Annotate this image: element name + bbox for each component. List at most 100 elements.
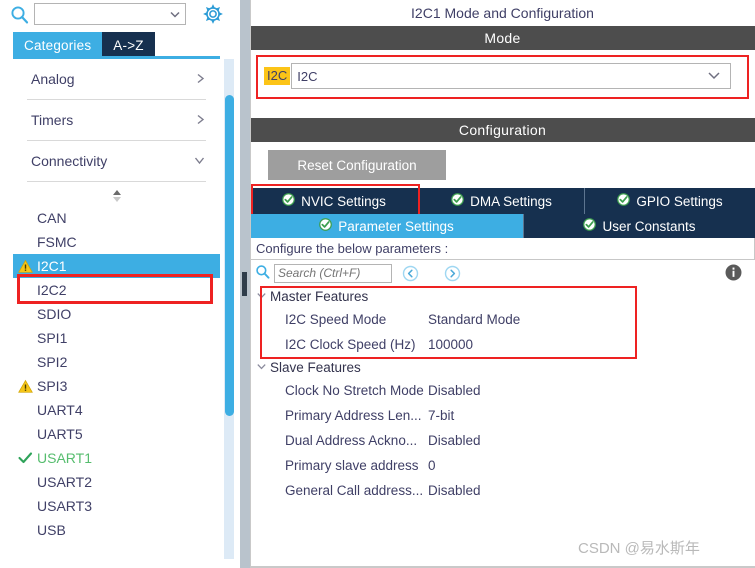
panel-splitter[interactable]: [240, 0, 250, 568]
status-icon: [18, 403, 33, 418]
peripheral-item-sdio[interactable]: SDIO: [13, 302, 220, 326]
divider: [27, 181, 206, 182]
tab-dma-settings[interactable]: DMA Settings: [419, 188, 585, 214]
param-value[interactable]: Disabled: [428, 433, 755, 448]
param-name: Clock No Stretch Mode: [285, 383, 424, 398]
parameter-search-row: [250, 260, 755, 286]
tab-label: NVIC Settings: [301, 193, 386, 209]
category-list: Analog Timers Connectivity CAN FSMC I2C1…: [13, 59, 220, 559]
configure-hint: Configure the below parameters :: [250, 238, 755, 260]
status-icon: [18, 307, 33, 322]
status-icon: [18, 211, 33, 226]
param-name: Primary Address Len...: [285, 408, 422, 423]
category-label: Analog: [31, 71, 75, 87]
mode-section-header: Mode: [250, 26, 755, 50]
param-row-primary-slave-address[interactable]: Primary slave address 0: [250, 453, 755, 478]
param-row-i2c-clock-speed[interactable]: I2C Clock Speed (Hz) 100000: [250, 332, 755, 357]
peripheral-label: UART5: [37, 426, 83, 442]
chevron-down-icon: [193, 155, 206, 168]
peripheral-label: UART4: [37, 402, 83, 418]
peripheral-item-can[interactable]: CAN: [13, 206, 220, 230]
status-icon: [18, 523, 33, 538]
param-name: I2C Clock Speed (Hz): [285, 337, 416, 352]
splitter-grip[interactable]: [242, 272, 247, 296]
status-icon: [18, 235, 33, 250]
peripheral-item-spi1[interactable]: SPI1: [13, 326, 220, 350]
green-check-icon: [319, 218, 333, 234]
category-timers[interactable]: Timers: [13, 100, 220, 140]
param-value[interactable]: Standard Mode: [428, 312, 755, 327]
peripheral-label: SDIO: [37, 306, 72, 322]
green-check-icon: [282, 193, 295, 209]
tab-parameter-settings[interactable]: Parameter Settings: [250, 214, 524, 238]
category-label: Timers: [31, 112, 74, 128]
tab-categories[interactable]: Categories: [13, 32, 103, 58]
browser-tab-bar: Categories A->Z: [13, 32, 155, 58]
chevron-down-icon[interactable]: [256, 362, 270, 374]
prev-circle-icon[interactable]: [398, 263, 422, 283]
config-tab-bar-row2: Parameter Settings User Constants: [250, 214, 755, 238]
category-connectivity[interactable]: Connectivity: [13, 141, 220, 181]
tab-nvic-settings[interactable]: NVIC Settings: [250, 188, 419, 214]
tab-a-to-z[interactable]: A->Z: [102, 32, 155, 58]
tab-user-constants[interactable]: User Constants: [524, 214, 755, 238]
param-name: Primary slave address: [285, 458, 419, 473]
mode-area: I2C I2C: [250, 50, 755, 104]
param-value[interactable]: 0: [428, 458, 755, 473]
param-row-dual-address-acknowledged[interactable]: Dual Address Ackno... Disabled: [250, 428, 755, 453]
peripheral-item-usart1[interactable]: USART1: [13, 446, 220, 470]
gear-icon[interactable]: [200, 1, 226, 27]
peripheral-item-usb[interactable]: USB: [13, 518, 220, 542]
peripheral-item-uart4[interactable]: UART4: [13, 398, 220, 422]
peripheral-item-uart5[interactable]: UART5: [13, 422, 220, 446]
status-icon: [18, 475, 33, 490]
highlight-box-i2c1: [17, 274, 213, 304]
warning-icon: [18, 379, 33, 394]
highlight-box-mode: [256, 55, 749, 99]
param-group-master-features[interactable]: Master Features: [250, 286, 755, 307]
param-group-slave-features[interactable]: Slave Features: [250, 357, 755, 378]
peripheral-list-scrollbar-thumb[interactable]: [225, 95, 234, 416]
reset-area: Reset Configuration: [250, 142, 755, 188]
peripheral-search-input[interactable]: [35, 4, 165, 24]
status-icon: [18, 427, 33, 442]
parameter-search-box[interactable]: [274, 263, 392, 283]
chevron-down-icon[interactable]: [165, 4, 185, 24]
peripheral-item-spi2[interactable]: SPI2: [13, 350, 220, 374]
check-icon: [18, 451, 33, 466]
category-label: Connectivity: [31, 153, 108, 169]
tab-label: User Constants: [602, 218, 696, 234]
chevron-right-icon: [195, 72, 206, 87]
peripheral-item-usart3[interactable]: USART3: [13, 494, 220, 518]
spacer: [250, 104, 755, 118]
green-check-icon: [617, 193, 631, 209]
param-value[interactable]: 7-bit: [428, 408, 755, 423]
param-row-i2c-speed-mode[interactable]: I2C Speed Mode Standard Mode: [250, 307, 755, 332]
param-value[interactable]: Disabled: [428, 483, 755, 498]
peripheral-label: I2C1: [37, 258, 67, 274]
parameter-search-input[interactable]: [275, 264, 391, 282]
next-circle-icon[interactable]: [440, 263, 464, 283]
param-value[interactable]: 100000: [428, 337, 755, 352]
search-icon: [6, 1, 32, 27]
category-analog[interactable]: Analog: [13, 59, 220, 99]
param-row-clock-no-stretch-mode[interactable]: Clock No Stretch Mode Disabled: [250, 378, 755, 403]
peripheral-item-spi3[interactable]: SPI3: [13, 374, 220, 398]
param-row-primary-address-length[interactable]: Primary Address Len... 7-bit: [250, 403, 755, 428]
tab-gpio-settings[interactable]: GPIO Settings: [585, 188, 755, 214]
panel-border: [250, 0, 251, 568]
peripheral-item-usart2[interactable]: USART2: [13, 470, 220, 494]
sort-arrows-icon[interactable]: [13, 186, 220, 206]
peripheral-label: USART2: [37, 474, 92, 490]
tab-label: GPIO Settings: [636, 193, 723, 209]
chevron-down-icon[interactable]: [256, 291, 270, 303]
reset-configuration-button[interactable]: Reset Configuration: [268, 150, 446, 180]
param-group-label: Master Features: [270, 289, 369, 304]
peripheral-label: SPI2: [37, 354, 68, 370]
info-icon[interactable]: [724, 263, 743, 285]
param-value[interactable]: Disabled: [428, 383, 755, 398]
param-row-general-call-address[interactable]: General Call address... Disabled: [250, 478, 755, 503]
peripheral-item-fsmc[interactable]: FSMC: [13, 230, 220, 254]
peripheral-search-box[interactable]: [34, 3, 186, 25]
chevron-right-icon: [195, 113, 206, 128]
